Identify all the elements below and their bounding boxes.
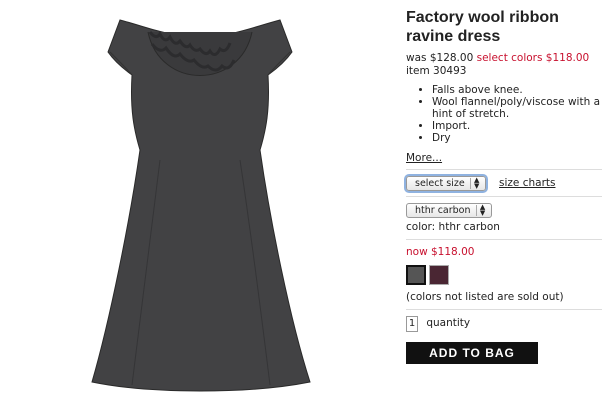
product-panel: Factory wool ribbon ravine dress was $12…: [406, 0, 602, 364]
divider: [406, 169, 602, 170]
size-select[interactable]: select size ▲ ▼: [406, 176, 486, 191]
chevron-updown-icon: ▲ ▼: [469, 177, 483, 189]
sale-price: select colors $118.00: [476, 52, 590, 64]
dress-image: [91, 19, 311, 392]
feature-item: Dry: [432, 132, 602, 144]
size-select-label: select size: [415, 178, 465, 189]
quantity-input[interactable]: 1: [406, 316, 418, 332]
was-price: was $128.00: [406, 52, 474, 64]
swatch-hthr-carbon[interactable]: [406, 265, 426, 285]
color-swatches: [406, 265, 602, 285]
feature-list: Falls above knee. Wool flannel/poly/visc…: [406, 84, 602, 144]
color-select-label: hthr carbon: [415, 205, 471, 216]
swatch-plum[interactable]: [429, 265, 449, 285]
item-number: item 30493: [406, 65, 467, 77]
more-link[interactable]: More...: [406, 152, 442, 164]
divider: [406, 309, 602, 310]
feature-item: Wool flannel/poly/viscose with a hint of…: [432, 96, 602, 120]
divider: [406, 239, 602, 240]
product-photo: [0, 0, 398, 410]
feature-item: Falls above knee.: [432, 84, 602, 96]
color-label: color: hthr carbon: [406, 221, 500, 233]
color-select[interactable]: hthr carbon ▲ ▼: [406, 203, 492, 218]
chevron-updown-icon: ▲ ▼: [475, 204, 489, 216]
quantity-label: quantity: [426, 317, 471, 329]
size-charts-link[interactable]: size charts: [499, 177, 555, 189]
divider: [406, 196, 602, 197]
now-price: now $118.00: [406, 246, 475, 258]
sold-out-note: (colors not listed are sold out): [406, 291, 564, 303]
add-to-bag-button[interactable]: ADD TO BAG: [406, 342, 538, 364]
feature-item: Import.: [432, 120, 602, 132]
product-title: Factory wool ribbon ravine dress: [406, 9, 559, 45]
